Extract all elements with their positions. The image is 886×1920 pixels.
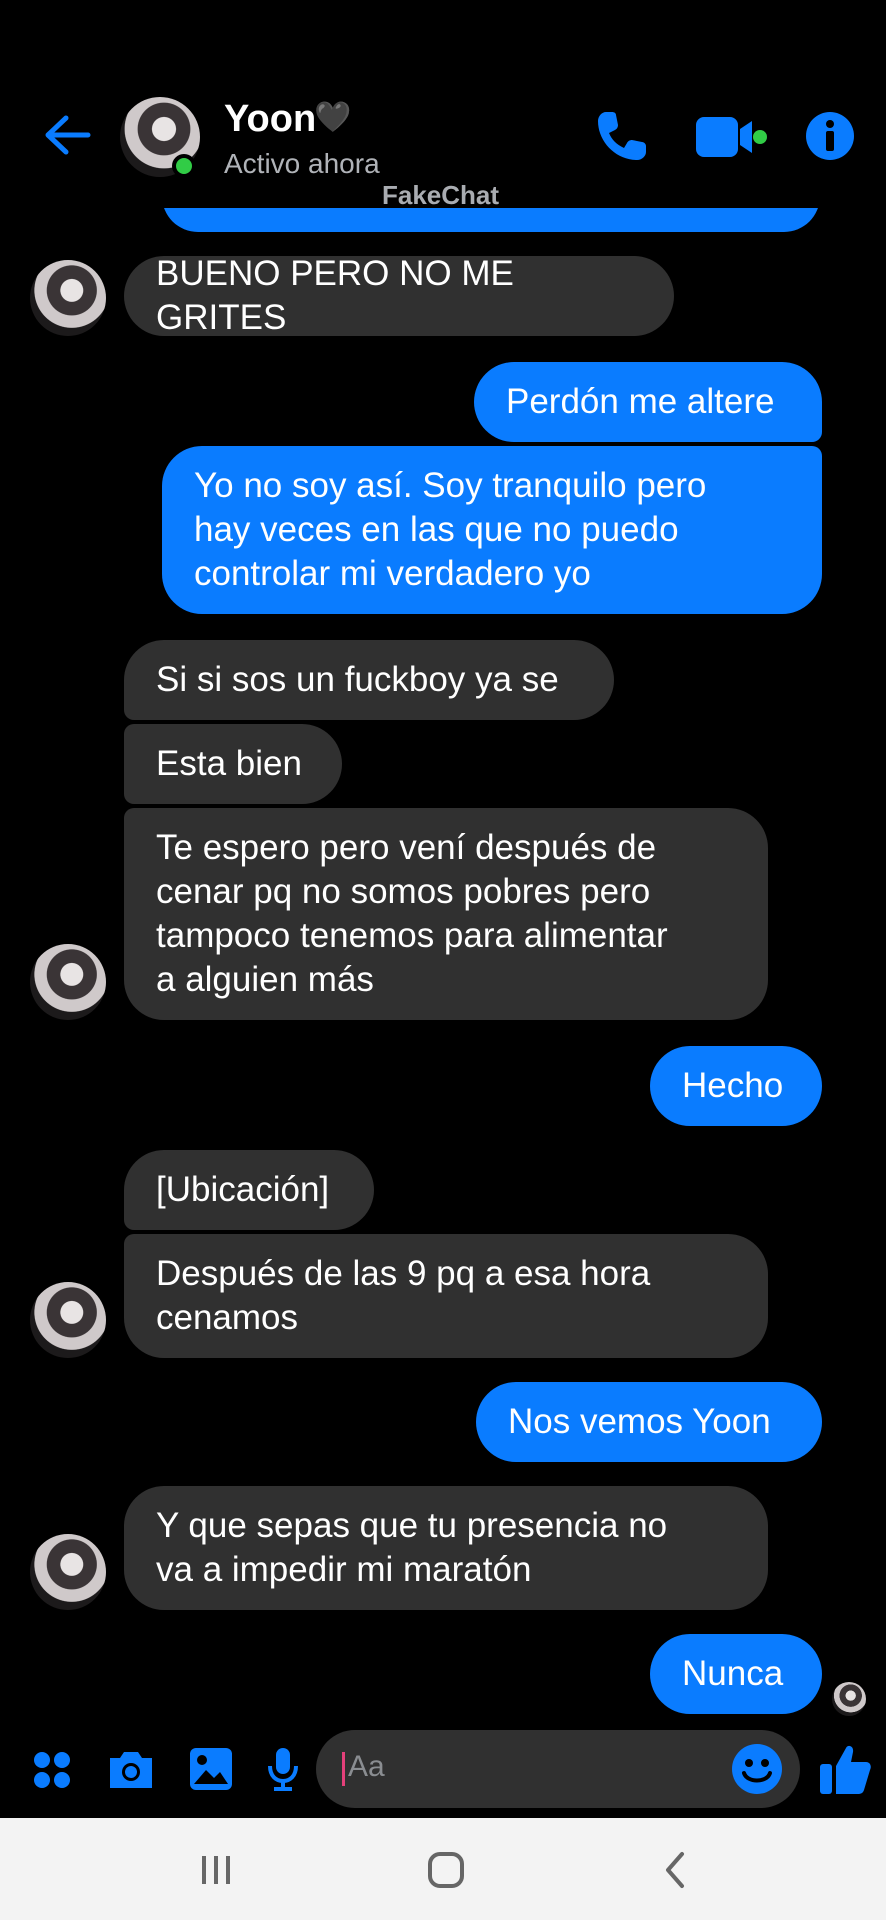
incoming-message[interactable]: Después de las 9 pq a esa hora cenamos <box>124 1234 768 1358</box>
incoming-message[interactable]: Si si sos un fuckboy ya se <box>124 640 614 720</box>
home-icon[interactable] <box>426 1850 466 1890</box>
message-text: BUENO PERO NO ME GRITES <box>156 254 514 337</box>
phone-call-icon[interactable] <box>592 108 650 166</box>
contact-avatar-small[interactable] <box>30 944 106 1020</box>
message-text: Nos vemos Yoon <box>508 1402 771 1441</box>
message-text: Si si sos un fuckboy ya se <box>156 660 559 699</box>
conversation-header: Yoon 🖤 Activo ahora FakeChat <box>0 0 886 210</box>
like-icon[interactable] <box>818 1742 872 1796</box>
input-placeholder: Aa <box>348 1750 385 1783</box>
message-text: Perdón me altere <box>506 382 775 421</box>
message-text: Hecho <box>682 1066 784 1105</box>
message-text: Después de las 9 pq a esa hora cenamos <box>156 1254 651 1337</box>
emoji-icon[interactable] <box>730 1742 784 1796</box>
incoming-message[interactable]: Te espero pero vení después de cenar pq … <box>124 808 768 1020</box>
outgoing-message[interactable]: Hecho <box>650 1046 822 1126</box>
info-icon[interactable] <box>804 110 856 162</box>
outgoing-message[interactable]: Yo no soy así. Soy tranquilo pero hay ve… <box>162 446 822 614</box>
message-text: Te espero pero vení después de cenar pq … <box>156 828 668 999</box>
location-message[interactable]: [Ubicación] <box>124 1150 374 1230</box>
contact-status: Activo ahora <box>224 148 380 179</box>
seen-avatar <box>832 1682 866 1716</box>
contact-name[interactable]: Yoon <box>224 98 316 141</box>
message-text: Nunca <box>682 1654 784 1693</box>
camera-icon[interactable] <box>106 1748 156 1790</box>
message-composer: Aa <box>0 1724 886 1818</box>
contact-avatar-small[interactable] <box>30 260 106 336</box>
message-input[interactable]: Aa <box>316 1730 800 1808</box>
back-icon[interactable] <box>656 1850 696 1890</box>
system-navigation-bar <box>0 1818 886 1920</box>
outgoing-message[interactable]: Perdón me altere <box>474 362 822 442</box>
message-text: Yo no soy así. Soy tranquilo pero hay ve… <box>194 466 707 593</box>
apps-icon[interactable] <box>32 1750 72 1790</box>
back-arrow-icon[interactable] <box>40 108 94 162</box>
outgoing-message[interactable]: Nos vemos Yoon <box>476 1382 822 1462</box>
contact-avatar-small[interactable] <box>30 1534 106 1610</box>
incoming-message[interactable]: Y que sepas que tu presencia no va a imp… <box>124 1486 768 1610</box>
mic-icon[interactable] <box>266 1746 300 1792</box>
incoming-message[interactable]: Esta bien <box>124 724 342 804</box>
incoming-message[interactable]: BUENO PERO NO ME GRITES <box>124 254 674 337</box>
message-text: [Ubicación] <box>156 1170 330 1209</box>
video-call-icon[interactable] <box>694 115 768 159</box>
outgoing-message[interactable]: Nunca <box>650 1634 822 1714</box>
message-text: Esta bien <box>156 744 302 783</box>
message-text: Y que sepas que tu presencia no va a imp… <box>156 1506 668 1589</box>
online-indicator <box>172 154 196 178</box>
contact-avatar-small[interactable] <box>30 1282 106 1358</box>
recents-icon[interactable] <box>196 1850 236 1890</box>
gallery-icon[interactable] <box>188 1746 234 1792</box>
watermark: FakeChat <box>382 180 500 210</box>
heart-emoji-icon: 🖤 <box>314 101 352 134</box>
